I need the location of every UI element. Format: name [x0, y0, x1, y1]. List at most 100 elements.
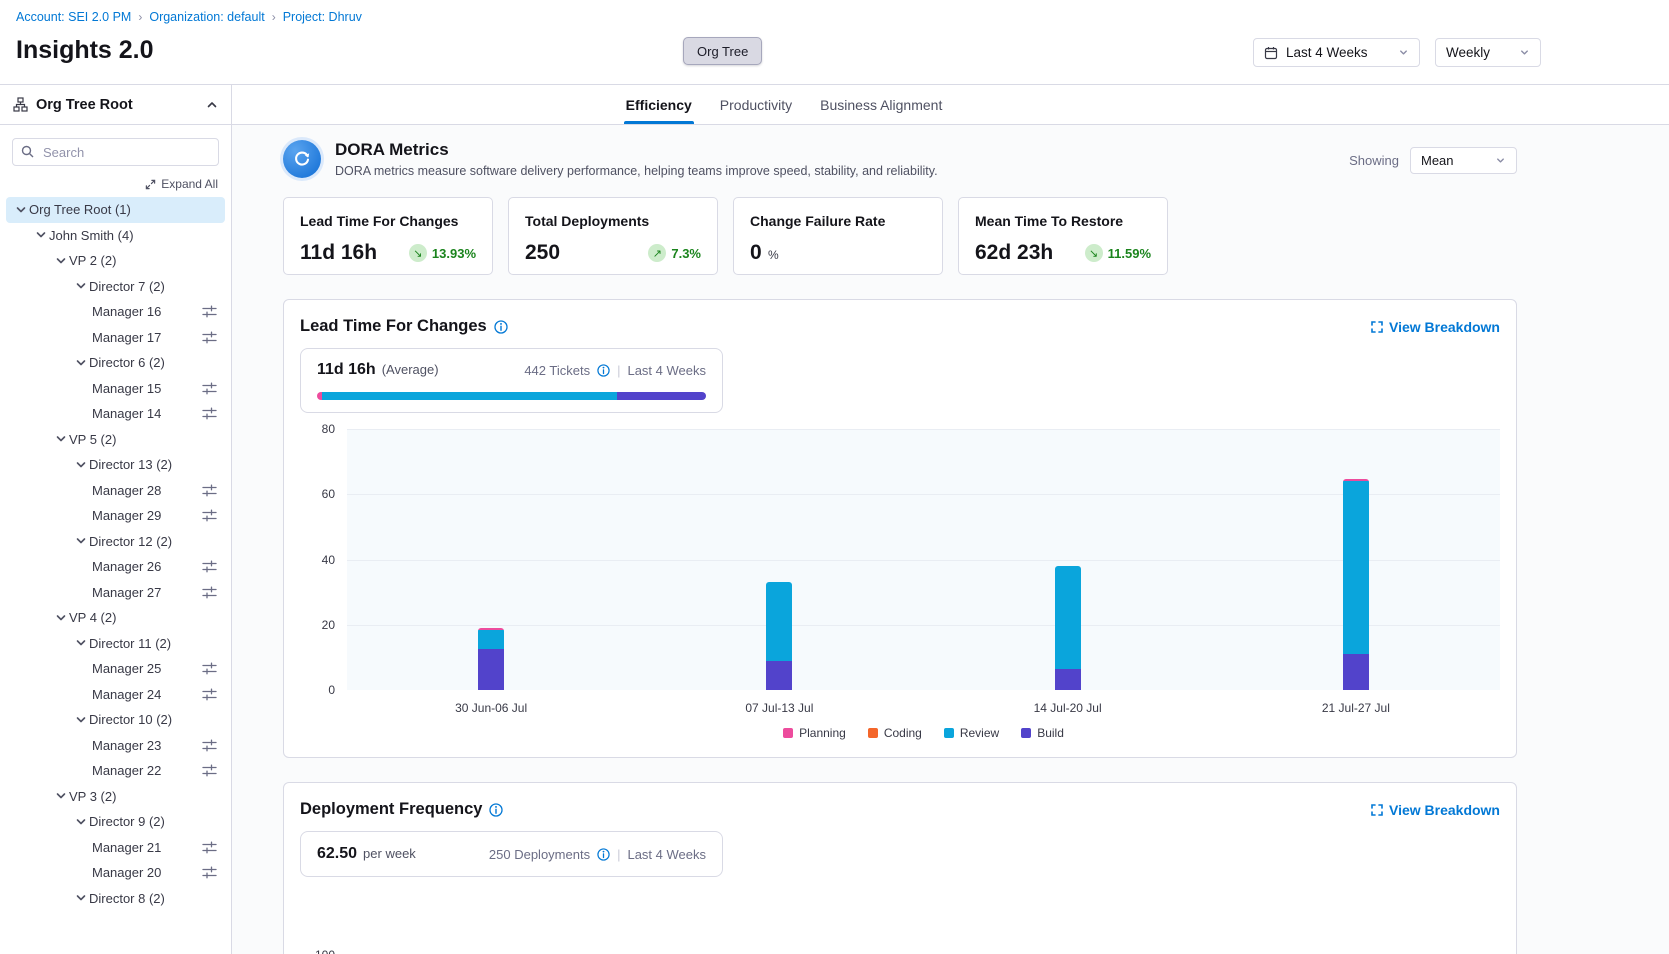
- info-icon[interactable]: [494, 320, 508, 334]
- bar-group[interactable]: [1343, 479, 1369, 690]
- bar-segment-review[interactable]: [478, 630, 504, 650]
- chevron-down-icon[interactable]: [72, 714, 89, 726]
- chevron-down-icon[interactable]: [72, 892, 89, 904]
- tree-item[interactable]: Director 8 (2): [6, 886, 225, 912]
- filter-icon[interactable]: [202, 662, 217, 675]
- chevron-down-icon: [1495, 155, 1506, 166]
- legend-item-planning[interactable]: Planning: [783, 726, 846, 740]
- bar-segment-build[interactable]: [1055, 669, 1081, 690]
- search-input[interactable]: [12, 138, 219, 166]
- bar-segment-review[interactable]: [1343, 481, 1369, 654]
- tree-item[interactable]: Org Tree Root (1): [6, 197, 225, 223]
- tree-item[interactable]: Manager 22: [6, 758, 225, 784]
- filter-icon[interactable]: [202, 331, 217, 344]
- tab-productivity[interactable]: Productivity: [718, 85, 794, 124]
- tree-item[interactable]: VP 5 (2): [6, 427, 225, 453]
- filter-icon[interactable]: [202, 764, 217, 777]
- chevron-down-icon[interactable]: [52, 790, 69, 802]
- collapse-sidebar-button[interactable]: [206, 99, 218, 111]
- expand-corners-icon: [1371, 804, 1383, 816]
- legend-item-review[interactable]: Review: [944, 726, 999, 740]
- tree-item[interactable]: VP 4 (2): [6, 605, 225, 631]
- filter-icon[interactable]: [202, 509, 217, 522]
- bar-group[interactable]: [478, 628, 504, 690]
- tree-item[interactable]: VP 2 (2): [6, 248, 225, 274]
- filter-icon[interactable]: [202, 382, 217, 395]
- filter-icon[interactable]: [202, 484, 217, 497]
- chevron-down-icon[interactable]: [52, 255, 69, 267]
- bar-group[interactable]: [1055, 566, 1081, 690]
- org-tree-toggle-button[interactable]: Org Tree: [683, 37, 762, 65]
- chevron-down-icon[interactable]: [32, 229, 49, 241]
- showing-select[interactable]: Mean: [1410, 147, 1517, 174]
- info-icon[interactable]: [489, 803, 503, 817]
- bar-segment-review[interactable]: [766, 582, 792, 660]
- legend-swatch: [1021, 728, 1031, 738]
- chevron-down-icon[interactable]: [72, 280, 89, 292]
- view-breakdown-button[interactable]: View Breakdown: [1371, 319, 1500, 335]
- tree-item[interactable]: Director 9 (2): [6, 809, 225, 835]
- chevron-down-icon[interactable]: [72, 535, 89, 547]
- chevron-down-icon[interactable]: [72, 816, 89, 828]
- filter-icon[interactable]: [202, 407, 217, 420]
- tree-item-label: Manager 23: [92, 738, 161, 753]
- tab-efficiency[interactable]: Efficiency: [624, 85, 694, 124]
- chevron-down-icon[interactable]: [52, 612, 69, 624]
- tree-item[interactable]: Director 12 (2): [6, 529, 225, 555]
- bar-segment-planning[interactable]: [478, 628, 504, 629]
- tree-item[interactable]: Manager 25: [6, 656, 225, 682]
- legend-item-build[interactable]: Build: [1021, 726, 1064, 740]
- tree-item[interactable]: Director 11 (2): [6, 631, 225, 657]
- chevron-down-icon[interactable]: [52, 433, 69, 445]
- tree-item[interactable]: Manager 27: [6, 580, 225, 606]
- filter-icon[interactable]: [202, 841, 217, 854]
- tree-item[interactable]: Director 13 (2): [6, 452, 225, 478]
- chevron-down-icon[interactable]: [72, 357, 89, 369]
- chevron-down-icon[interactable]: [72, 459, 89, 471]
- tree-item[interactable]: Director 7 (2): [6, 274, 225, 300]
- bar-segment-build[interactable]: [766, 661, 792, 690]
- tree-item[interactable]: Director 6 (2): [6, 350, 225, 376]
- filter-icon[interactable]: [202, 305, 217, 318]
- trend-value: 7.3%: [671, 246, 701, 261]
- filter-icon[interactable]: [202, 560, 217, 573]
- tree-item[interactable]: Manager 17: [6, 325, 225, 351]
- info-icon[interactable]: [597, 848, 610, 861]
- bar-segment-review[interactable]: [1055, 566, 1081, 669]
- breadcrumb-link[interactable]: Account: SEI 2.0 PM: [16, 10, 131, 24]
- info-icon[interactable]: [597, 364, 610, 377]
- chevron-down-icon[interactable]: [12, 204, 29, 216]
- chevron-down-icon[interactable]: [72, 637, 89, 649]
- breadcrumb-link[interactable]: Organization: default: [149, 10, 264, 24]
- interval-select[interactable]: Weekly: [1435, 38, 1541, 67]
- tree-item[interactable]: VP 3 (2): [6, 784, 225, 810]
- tree-item[interactable]: John Smith (4): [6, 223, 225, 249]
- tree-item[interactable]: Manager 28: [6, 478, 225, 504]
- bar-segment-build[interactable]: [1343, 654, 1369, 690]
- tab-business-alignment[interactable]: Business Alignment: [818, 85, 944, 124]
- tree-item[interactable]: Manager 23: [6, 733, 225, 759]
- filter-icon[interactable]: [202, 586, 217, 599]
- tree-item[interactable]: Manager 29: [6, 503, 225, 529]
- bar-segment-build[interactable]: [478, 649, 504, 690]
- tree-item[interactable]: Manager 15: [6, 376, 225, 402]
- tree-item[interactable]: Manager 20: [6, 860, 225, 886]
- breadcrumb-link[interactable]: Project: Dhruv: [283, 10, 362, 24]
- expand-all-button[interactable]: Expand All: [145, 177, 218, 191]
- filter-icon[interactable]: [202, 866, 217, 879]
- view-breakdown-button[interactable]: View Breakdown: [1371, 802, 1500, 818]
- tree-item[interactable]: Manager 14: [6, 401, 225, 427]
- tree-item[interactable]: Manager 24: [6, 682, 225, 708]
- tree-item[interactable]: Director 10 (2): [6, 707, 225, 733]
- date-range-select[interactable]: Last 4 Weeks: [1253, 38, 1420, 67]
- tree-item[interactable]: Manager 16: [6, 299, 225, 325]
- filter-icon[interactable]: [202, 739, 217, 752]
- legend-item-coding[interactable]: Coding: [868, 726, 922, 740]
- page-title: Insights 2.0: [16, 36, 154, 65]
- tree-item[interactable]: Manager 26: [6, 554, 225, 580]
- tree-item[interactable]: Manager 21: [6, 835, 225, 861]
- bar-group[interactable]: [766, 582, 792, 690]
- bar-segment-planning[interactable]: [1343, 479, 1369, 481]
- trend-value: 11.59%: [1108, 246, 1151, 261]
- filter-icon[interactable]: [202, 688, 217, 701]
